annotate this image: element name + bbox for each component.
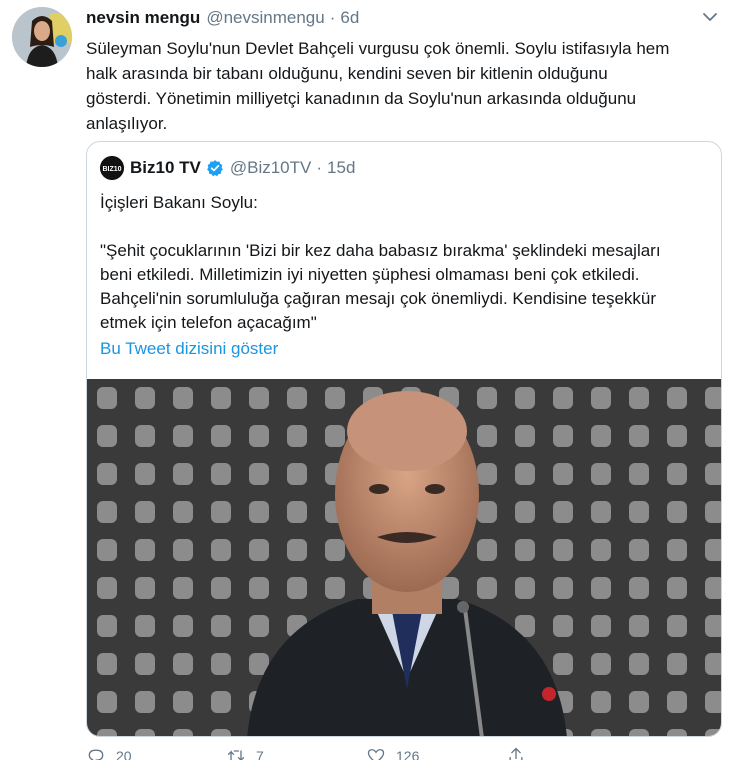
tweet-text-line: Süleyman Soylu'nun Devlet Bahçeli vurgus… (86, 39, 670, 58)
quoted-tweet[interactable]: BIZ10 Biz10 TV @Biz10TV · 15d İçişleri B… (86, 141, 722, 737)
logo-text: BIZ10 (102, 166, 121, 173)
quote-text: İçişleri Bakanı Soylu: "Şehit çocukların… (100, 191, 712, 335)
quote-text-line: İçişleri Bakanı Soylu: (100, 193, 258, 212)
tweet-timestamp[interactable]: 6d (340, 8, 359, 28)
quote-photo[interactable] (87, 379, 721, 736)
quote-timestamp: 15d (327, 158, 356, 177)
tweet-text: Süleyman Soylu'nun Devlet Bahçeli vurgus… (86, 36, 726, 136)
quote-header: BIZ10 Biz10 TV @Biz10TV · 15d (100, 155, 355, 181)
share-button[interactable] (506, 746, 646, 760)
tweet-header: nevsin mengu @nevsinmengu · 6d (86, 8, 721, 30)
retweet-button[interactable]: 7 (226, 746, 366, 760)
like-icon (367, 749, 385, 760)
show-thread-link[interactable]: Bu Tweet dizisini göster (100, 339, 278, 359)
like-button[interactable]: 126 (366, 746, 506, 760)
tweet-actions: 20 7 126 (86, 746, 646, 760)
verified-badge-icon (206, 160, 223, 177)
quote-text-line: beni etkiledi. Milletimizin iyi niyetten… (100, 265, 640, 284)
tweet-text-line: halk arasında bir tabanı olduğunu, kendi… (86, 64, 608, 83)
caret-down-icon[interactable] (701, 8, 719, 26)
separator-dot: · (329, 8, 336, 27)
quote-author-name: Biz10 TV (130, 158, 201, 177)
tweet-text-line: anlaşılıyor. (86, 114, 168, 133)
share-icon (509, 747, 523, 760)
author-handle[interactable]: @nevsinmengu (206, 8, 324, 28)
retweet-count: 7 (256, 748, 264, 760)
author-name[interactable]: nevsin mengu (86, 8, 200, 28)
quote-author-avatar: BIZ10 (100, 156, 124, 180)
retweet-icon (227, 750, 245, 760)
quote-text-line: Bahçeli'nin sorumluluğa çağıran mesajı ç… (100, 289, 657, 308)
reply-button[interactable]: 20 (86, 746, 226, 760)
quote-text-line: "Şehit çocuklarının 'Bizi bir kez daha b… (100, 241, 661, 260)
separator-dot: · (316, 158, 323, 177)
tweet[interactable]: nevsin mengu @nevsinmengu · 6d Süleyman … (0, 0, 741, 760)
like-count: 126 (396, 748, 420, 760)
quote-author-handle: @Biz10TV (229, 158, 312, 177)
quote-text-line: etmek için telefon açacağım" (100, 313, 317, 332)
reply-count: 20 (116, 748, 132, 760)
reply-icon (88, 749, 104, 760)
tweet-text-line: gösterdi. Yönetimin milliyetçi kanadının… (86, 89, 637, 108)
author-avatar[interactable] (12, 7, 72, 67)
